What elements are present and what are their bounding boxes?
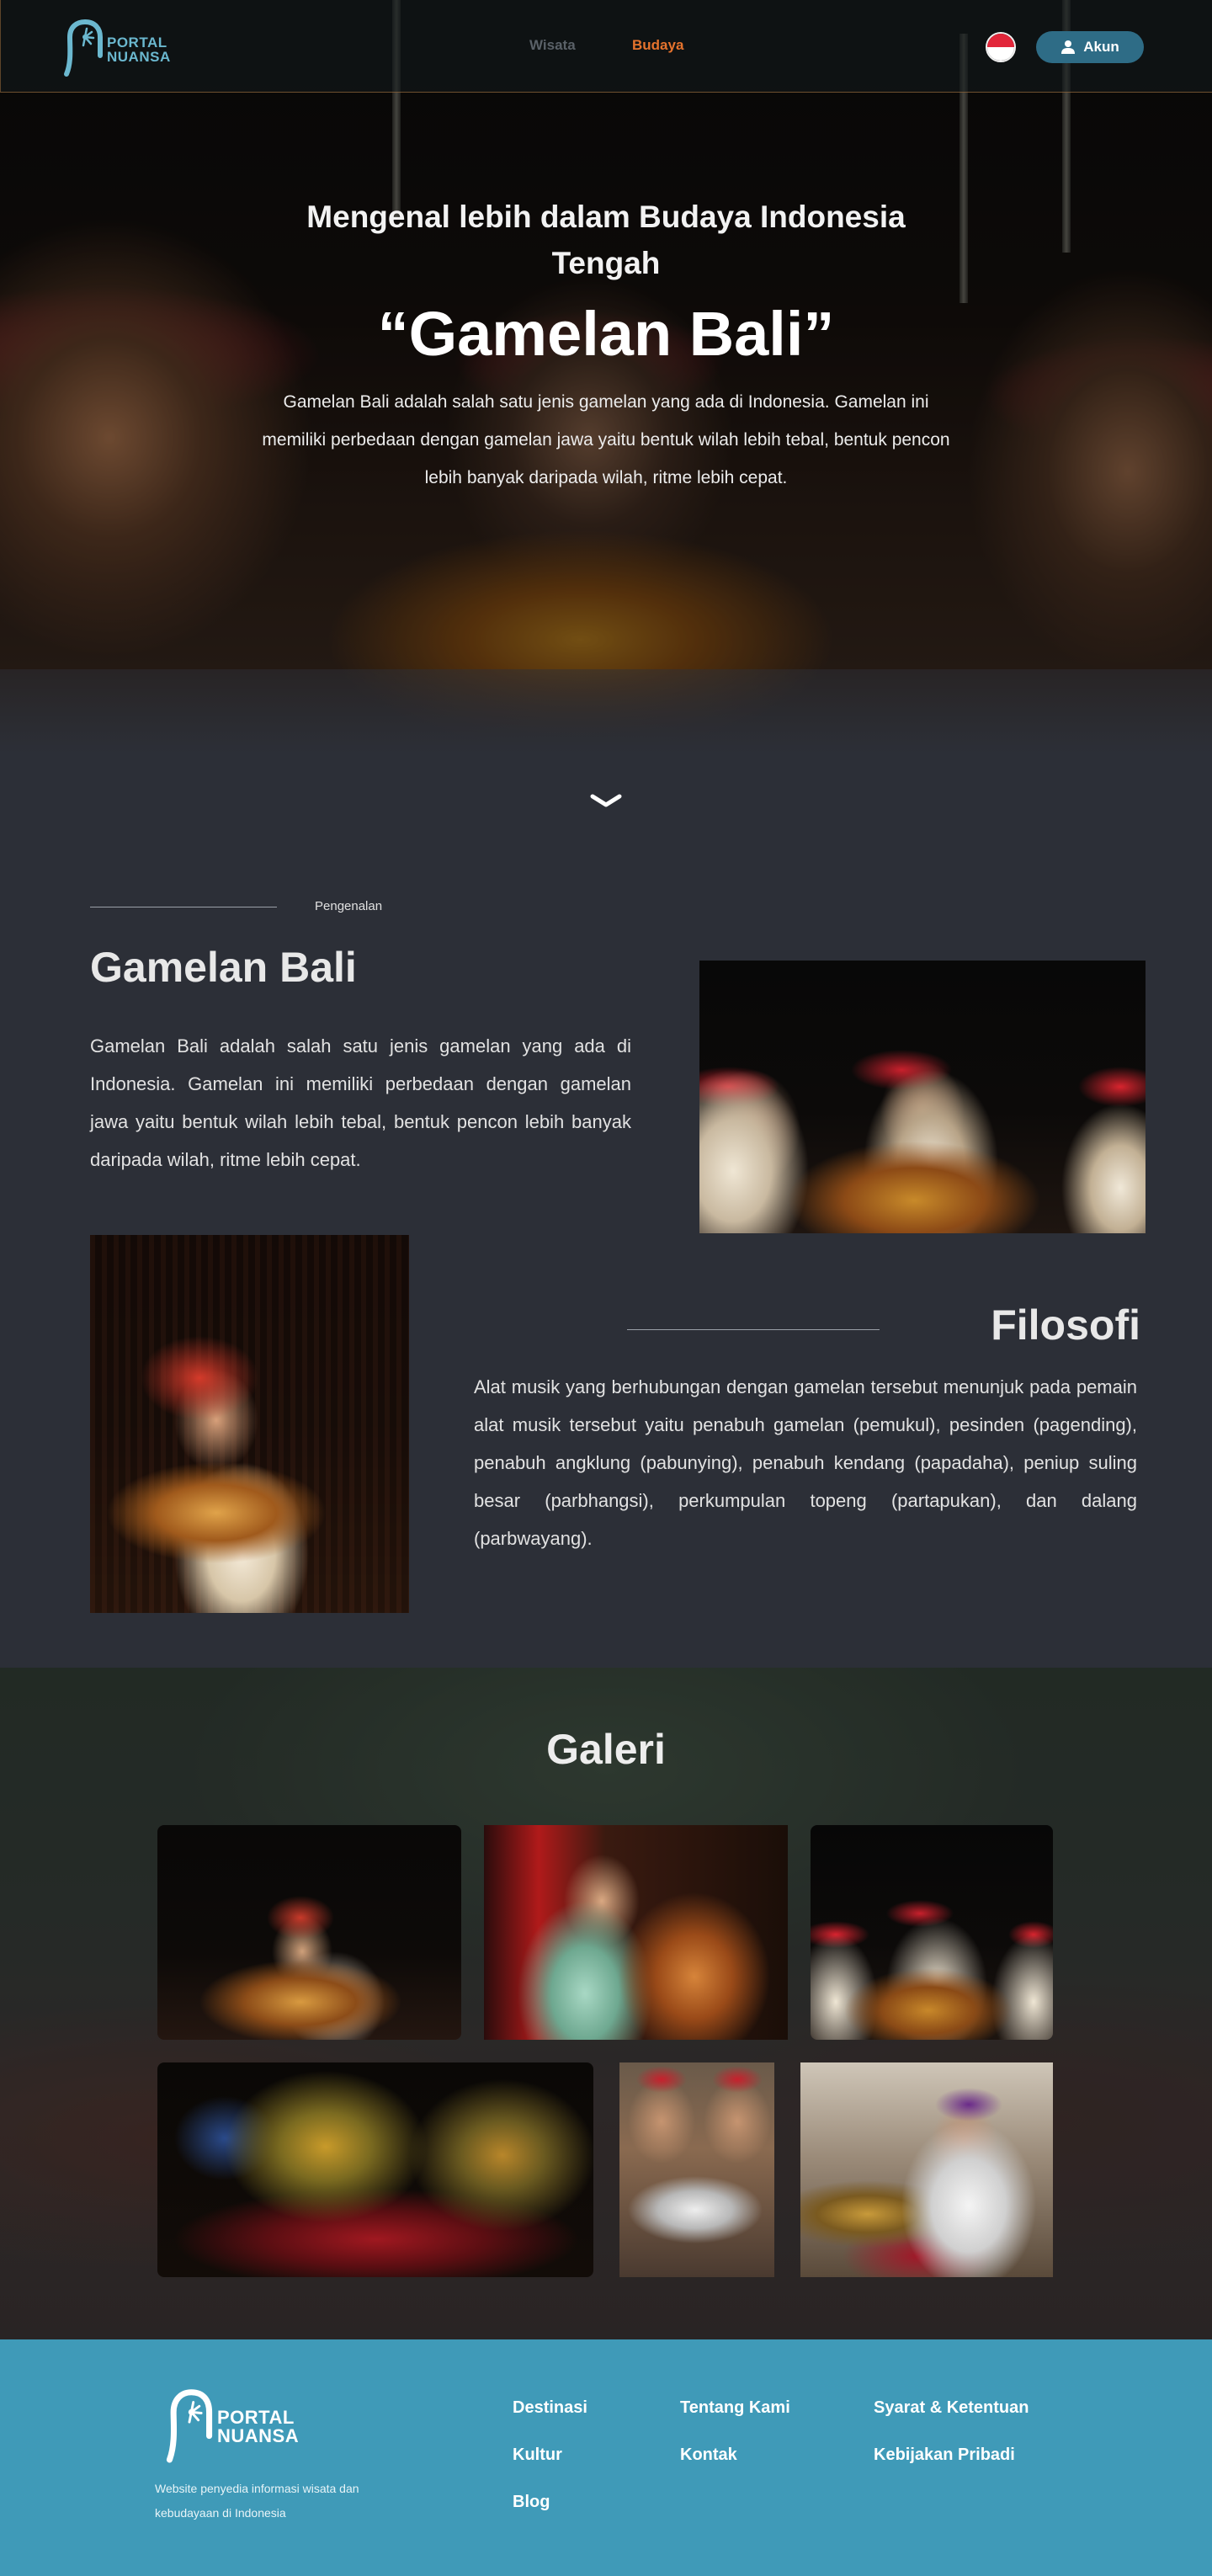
hero-overlay <box>0 0 1212 753</box>
footer-link-syarat-ketentuan[interactable]: Syarat & Ketentuan <box>874 2398 1029 2418</box>
gallery-section: Galeri <box>0 1668 1212 2339</box>
hero-fade <box>0 669 1212 753</box>
scroll-down-chevron-icon[interactable] <box>589 791 623 810</box>
footer-link-blog[interactable]: Blog <box>513 2493 550 2512</box>
hero-title: “Gamelan Bali” <box>377 299 835 369</box>
hero-section: Mengenal lebih dalam Budaya Indonesia Te… <box>0 0 1212 753</box>
portal-nuansa-logo-icon <box>64 19 103 77</box>
portal-nuansa-logo-icon <box>166 2389 213 2463</box>
section-divider <box>627 1329 880 1330</box>
gamelan-player-photo <box>90 1235 409 1613</box>
section-label: Pengenalan <box>315 899 383 913</box>
logo-line-1: PORTAL <box>107 35 167 51</box>
footer-link-destinasi[interactable]: Destinasi <box>513 2398 587 2418</box>
user-icon <box>1061 40 1076 54</box>
footer-tagline: Website penyedia informasi wisata dan ke… <box>155 2482 359 2520</box>
hero-description: Gamelan Bali adalah salah satu jenis gam… <box>262 392 950 487</box>
gallery-image[interactable] <box>619 2062 774 2277</box>
philosophy-heading: Filosofi <box>991 1301 1140 1349</box>
language-flag-icon[interactable] <box>986 32 1016 62</box>
footer-logo[interactable]: PORTAL NUANSA <box>162 2388 322 2468</box>
intro-heading: Gamelan Bali <box>90 944 357 991</box>
gallery-image[interactable] <box>157 1825 461 2040</box>
logo-line-2: NUANSA <box>107 49 171 65</box>
nav-link-wisata[interactable]: Wisata <box>529 37 576 54</box>
footer-link-kontak[interactable]: Kontak <box>680 2446 737 2465</box>
footer: PORTAL NUANSA Website penyedia informasi… <box>0 2339 1212 2576</box>
logo[interactable]: PORTAL NUANSA <box>60 19 186 77</box>
footer-logo-line-2: NUANSA <box>217 2425 300 2446</box>
gallery-image[interactable] <box>811 1825 1053 2040</box>
footer-link-tentang-kami[interactable]: Tentang Kami <box>680 2398 790 2418</box>
account-button[interactable]: Akun <box>1036 31 1144 63</box>
navbar: PORTAL NUANSA Wisata Budaya Akun <box>0 0 1212 93</box>
gallery-image[interactable] <box>157 2062 593 2277</box>
gamelan-ensemble-photo <box>699 961 1146 1233</box>
footer-logo-line-1: PORTAL <box>217 2407 295 2428</box>
footer-link-kebijakan-pribadi[interactable]: Kebijakan Pribadi <box>874 2446 1015 2465</box>
footer-link-kultur[interactable]: Kultur <box>513 2446 562 2465</box>
gallery-image[interactable] <box>800 2062 1053 2277</box>
intro-text: Gamelan Bali adalah salah satu jenis gam… <box>90 1035 631 1170</box>
gallery-image[interactable] <box>484 1825 788 2040</box>
hero-subtitle: Mengenal lebih dalam Budaya Indonesia Te… <box>306 200 906 280</box>
nav-link-budaya[interactable]: Budaya <box>632 37 683 54</box>
philosophy-text: Alat musik yang berhubungan dengan gamel… <box>474 1376 1137 1549</box>
gallery-title: Galeri <box>546 1726 666 1773</box>
account-button-label: Akun <box>1083 39 1119 55</box>
